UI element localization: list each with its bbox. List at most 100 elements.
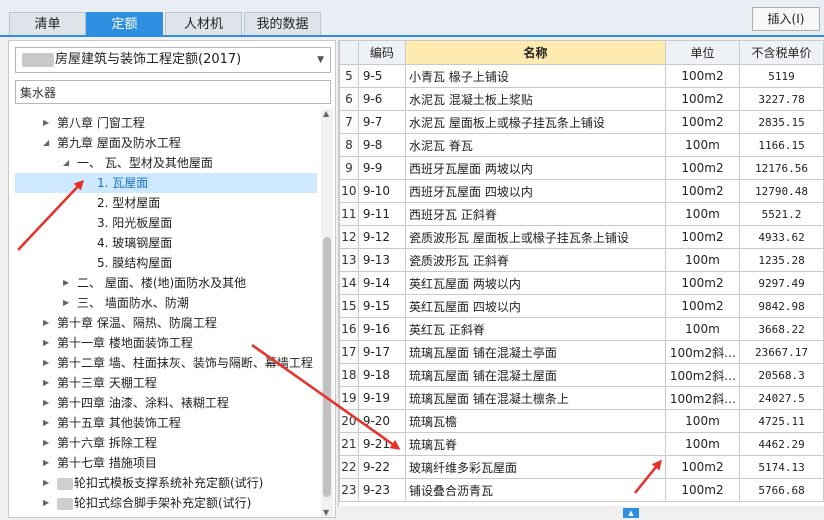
name-cell[interactable]: 琉璃瓦脊 bbox=[405, 432, 666, 456]
price-cell[interactable]: 5766.68 bbox=[739, 478, 824, 502]
tree-node[interactable]: 4. 玻璃钢屋面 bbox=[9, 233, 319, 253]
tree-node[interactable]: ▶ 第十七章 措施项目 bbox=[9, 453, 319, 473]
tree-node[interactable]: ▶ 第十三章 天棚工程 bbox=[9, 373, 319, 393]
tree-node[interactable]: ◢ 第九章 屋面及防水工程 bbox=[9, 133, 319, 153]
code-cell[interactable]: 9-14 bbox=[357, 271, 407, 295]
row-number-cell[interactable]: 12 bbox=[339, 225, 359, 249]
unit-cell[interactable]: 100m2斜… bbox=[664, 363, 741, 387]
code-cell[interactable]: 9-21 bbox=[357, 432, 407, 456]
row-number-cell[interactable]: 7 bbox=[339, 110, 359, 134]
name-cell[interactable]: 英红瓦屋面 四坡以内 bbox=[405, 294, 666, 318]
price-cell[interactable]: 4933.62 bbox=[739, 225, 824, 249]
tree-node[interactable]: 1. 瓦屋面 bbox=[9, 173, 319, 193]
scroll-up-icon[interactable]: ▲ bbox=[323, 109, 329, 118]
code-cell[interactable]: 9-16 bbox=[357, 317, 407, 341]
code-cell[interactable]: 9-6 bbox=[357, 87, 407, 111]
table-row[interactable]: 9 9-9 西班牙瓦屋面 两坡以内 100m2 12176.56 bbox=[339, 156, 824, 180]
tab-quota[interactable]: 定额 bbox=[86, 12, 163, 36]
code-cell[interactable]: 9-23 bbox=[357, 478, 407, 502]
unit-cell[interactable]: 100m2 bbox=[664, 156, 741, 180]
code-cell[interactable]: 9-17 bbox=[357, 340, 407, 364]
unit-cell[interactable]: 100m bbox=[664, 432, 741, 456]
name-cell[interactable]: 瓷质波形瓦 正斜脊 bbox=[405, 248, 666, 272]
collapse-arrow-icon[interactable]: ▶ bbox=[43, 493, 49, 513]
row-number-cell[interactable]: 18 bbox=[339, 363, 359, 387]
price-cell[interactable]: 20568.3 bbox=[739, 363, 824, 387]
name-cell[interactable]: 西班牙瓦 正斜脊 bbox=[405, 202, 666, 226]
tree-node[interactable]: 3. 阳光板屋面 bbox=[9, 213, 319, 233]
tree-node[interactable]: ▶ 第十二章 墙、柱面抹灰、装饰与隔断、幕墙工程 bbox=[9, 353, 319, 373]
tab-my-data[interactable]: 我的数据 bbox=[244, 12, 321, 36]
splitter-grip-icon[interactable]: ▲ bbox=[623, 508, 639, 518]
name-cell[interactable]: 水泥瓦 混凝土板上浆贴 bbox=[405, 87, 666, 111]
tree-node[interactable]: ▶ 第十章 保温、隔热、防腐工程 bbox=[9, 313, 319, 333]
unit-cell[interactable]: 100m bbox=[664, 248, 741, 272]
price-cell[interactable]: 1166.15 bbox=[739, 133, 824, 157]
unit-cell[interactable]: 100m2斜… bbox=[664, 340, 741, 364]
code-cell[interactable]: 9-18 bbox=[357, 363, 407, 387]
code-cell[interactable]: 9-11 bbox=[357, 202, 407, 226]
tree-node[interactable]: 5. 膜结构屋面 bbox=[9, 253, 319, 273]
tree-node[interactable]: ▶ 轮扣式综合脚手架补充定额(试行) bbox=[9, 493, 319, 513]
price-cell[interactable]: 9842.98 bbox=[739, 294, 824, 318]
unit-cell[interactable]: 100m bbox=[664, 133, 741, 157]
name-column-header[interactable]: 名称 bbox=[405, 40, 666, 65]
name-cell[interactable]: 琉璃瓦檐 bbox=[405, 409, 666, 433]
collapse-arrow-icon[interactable]: ▶ bbox=[43, 373, 49, 393]
table-row[interactable]: 15 9-15 英红瓦屋面 四坡以内 100m2 9842.98 bbox=[339, 294, 824, 318]
row-number-cell[interactable]: 20 bbox=[339, 409, 359, 433]
row-number-cell[interactable]: 5 bbox=[339, 64, 359, 88]
name-cell[interactable]: 英红瓦 正斜脊 bbox=[405, 317, 666, 341]
unit-cell[interactable]: 100m2 bbox=[664, 271, 741, 295]
scroll-down-icon[interactable]: ▼ bbox=[323, 508, 329, 517]
name-cell[interactable]: 水泥瓦 脊瓦 bbox=[405, 133, 666, 157]
table-row[interactable]: 14 9-14 英红瓦屋面 两坡以内 100m2 9297.49 bbox=[339, 271, 824, 295]
row-number-cell[interactable]: 14 bbox=[339, 271, 359, 295]
price-cell[interactable]: 1235.28 bbox=[739, 248, 824, 272]
collapse-arrow-icon[interactable]: ▶ bbox=[43, 453, 49, 473]
tree-node[interactable]: 2. 型材屋面 bbox=[9, 193, 319, 213]
table-row[interactable]: 10 9-10 西班牙瓦屋面 四坡以内 100m2 12790.48 bbox=[339, 179, 824, 203]
code-cell[interactable]: 9-9 bbox=[357, 156, 407, 180]
unit-cell[interactable]: 100m bbox=[664, 409, 741, 433]
name-cell[interactable]: 水泥瓦 屋面板上或椽子挂瓦条上铺设 bbox=[405, 110, 666, 134]
collapse-arrow-icon[interactable]: ▶ bbox=[63, 293, 69, 313]
bottom-splitter[interactable]: ▲ bbox=[338, 506, 824, 520]
name-cell[interactable]: 西班牙瓦屋面 四坡以内 bbox=[405, 179, 666, 203]
row-number-cell[interactable]: 9 bbox=[339, 156, 359, 180]
row-number-cell[interactable]: 23 bbox=[339, 478, 359, 502]
price-cell[interactable]: 12176.56 bbox=[739, 156, 824, 180]
tree-scrollbar[interactable]: ▲ ▼ bbox=[321, 109, 333, 517]
row-number-cell[interactable]: 8 bbox=[339, 133, 359, 157]
price-cell[interactable]: 24027.5 bbox=[739, 386, 824, 410]
tab-bill[interactable]: 清单 bbox=[9, 12, 86, 36]
row-number-cell[interactable]: 15 bbox=[339, 294, 359, 318]
tree-node[interactable]: ▶ 三、 墙面防水、防潮 bbox=[9, 293, 319, 313]
collapse-arrow-icon[interactable]: ▶ bbox=[43, 113, 49, 133]
code-cell[interactable]: 9-19 bbox=[357, 386, 407, 410]
price-cell[interactable]: 3668.22 bbox=[739, 317, 824, 341]
code-cell[interactable]: 9-12 bbox=[357, 225, 407, 249]
unit-cell[interactable]: 100m2 bbox=[664, 294, 741, 318]
unit-column-header[interactable]: 单位 bbox=[664, 40, 741, 65]
unit-cell[interactable]: 100m2 bbox=[664, 455, 741, 479]
tree-node[interactable]: ▶ 轮扣式模板支撑系统补充定额(试行) bbox=[9, 473, 319, 493]
tree-node[interactable]: ▶ 第十五章 其他装饰工程 bbox=[9, 413, 319, 433]
unit-cell[interactable]: 100m bbox=[664, 202, 741, 226]
tree-node[interactable]: ▶ 第十六章 拆除工程 bbox=[9, 433, 319, 453]
price-cell[interactable]: 5174.13 bbox=[739, 455, 824, 479]
name-cell[interactable]: 琉璃瓦屋面 铺在混凝土亭面 bbox=[405, 340, 666, 364]
collapse-arrow-icon[interactable]: ▶ bbox=[43, 473, 49, 493]
table-row[interactable]: 13 9-13 瓷质波形瓦 正斜脊 100m 1235.28 bbox=[339, 248, 824, 272]
unit-cell[interactable]: 100m2斜… bbox=[664, 386, 741, 410]
code-cell[interactable]: 9-22 bbox=[357, 455, 407, 479]
unit-cell[interactable]: 100m2 bbox=[664, 179, 741, 203]
code-column-header[interactable]: 编码 bbox=[357, 40, 407, 65]
unit-cell[interactable]: 100m2 bbox=[664, 110, 741, 134]
table-row[interactable]: 11 9-11 西班牙瓦 正斜脊 100m 5521.2 bbox=[339, 202, 824, 226]
collapse-arrow-icon[interactable]: ▶ bbox=[43, 313, 49, 333]
code-cell[interactable]: 9-8 bbox=[357, 133, 407, 157]
name-cell[interactable]: 西班牙瓦屋面 两坡以内 bbox=[405, 156, 666, 180]
unit-cell[interactable]: 100m2 bbox=[664, 64, 741, 88]
name-cell[interactable]: 琉璃瓦屋面 铺在混凝土屋面 bbox=[405, 363, 666, 387]
